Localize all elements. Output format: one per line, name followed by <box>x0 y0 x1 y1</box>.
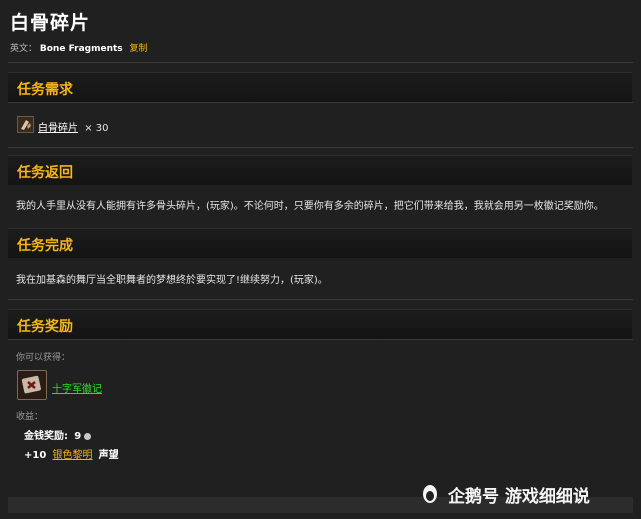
money-reward-row: 金钱奖励: 9 <box>24 427 92 442</box>
divider <box>8 299 633 300</box>
english-name: Bone Fragments <box>39 44 123 54</box>
section-title-requirements: 任务需求 <box>17 82 73 98</box>
reward-item-link[interactable]: 十字军徽记 <box>52 384 102 395</box>
progress-text: 我的人手里从没有人能拥有许多骨头碎片，(玩家)。不论何时，只要你有多余的碎片，把… <box>16 201 604 212</box>
required-item-row: 白骨碎片 × 30 <box>38 119 108 134</box>
watermark-text: 企鹅号 游戏细细说 <box>448 487 590 507</box>
receive-label: 你可以获得： <box>16 353 71 363</box>
completion-text: 我在加基森的舞厅当全职舞者的梦想终於要实现了!继续努力，(玩家)。 <box>16 275 328 286</box>
money-value: 9 <box>74 431 82 442</box>
money-label: 金钱奖励: <box>24 431 68 442</box>
penguin-logo-icon <box>421 484 439 504</box>
divider <box>8 339 633 340</box>
bone-fragment-icon[interactable] <box>17 116 34 133</box>
section-title-progress: 任务返回 <box>17 165 73 181</box>
copy-link[interactable]: 复制 <box>130 44 148 54</box>
required-item-link[interactable]: 白骨碎片 <box>38 123 78 134</box>
reward-item-row: 十字军徽记 <box>52 380 102 395</box>
crusader-mark-icon[interactable] <box>17 370 47 400</box>
reputation-faction-link[interactable]: 银色黎明 <box>52 450 92 461</box>
section-title-completion: 任务完成 <box>17 238 73 254</box>
reputation-amount: +10 <box>24 450 47 461</box>
divider <box>8 147 633 148</box>
section-requirements: 任务需求 <box>8 72 632 102</box>
reputation-reward-row: +10 银色黎明 声望 <box>24 446 119 461</box>
divider <box>8 62 633 63</box>
section-rewards: 任务奖励 <box>8 309 632 339</box>
section-progress: 任务返回 <box>8 155 632 185</box>
section-title-rewards: 任务奖励 <box>17 319 73 335</box>
english-name-row: 英文： Bone Fragments 复制 <box>10 41 148 54</box>
page-title: 白骨碎片 <box>10 12 91 34</box>
reputation-suffix: 声望 <box>98 450 119 461</box>
required-item-qty: × 30 <box>84 123 109 134</box>
english-label: 英文： <box>10 44 38 54</box>
silver-coin-icon <box>84 432 92 440</box>
divider <box>8 102 633 103</box>
section-completion: 任务完成 <box>8 228 632 258</box>
gains-label: 收益： <box>16 412 44 422</box>
